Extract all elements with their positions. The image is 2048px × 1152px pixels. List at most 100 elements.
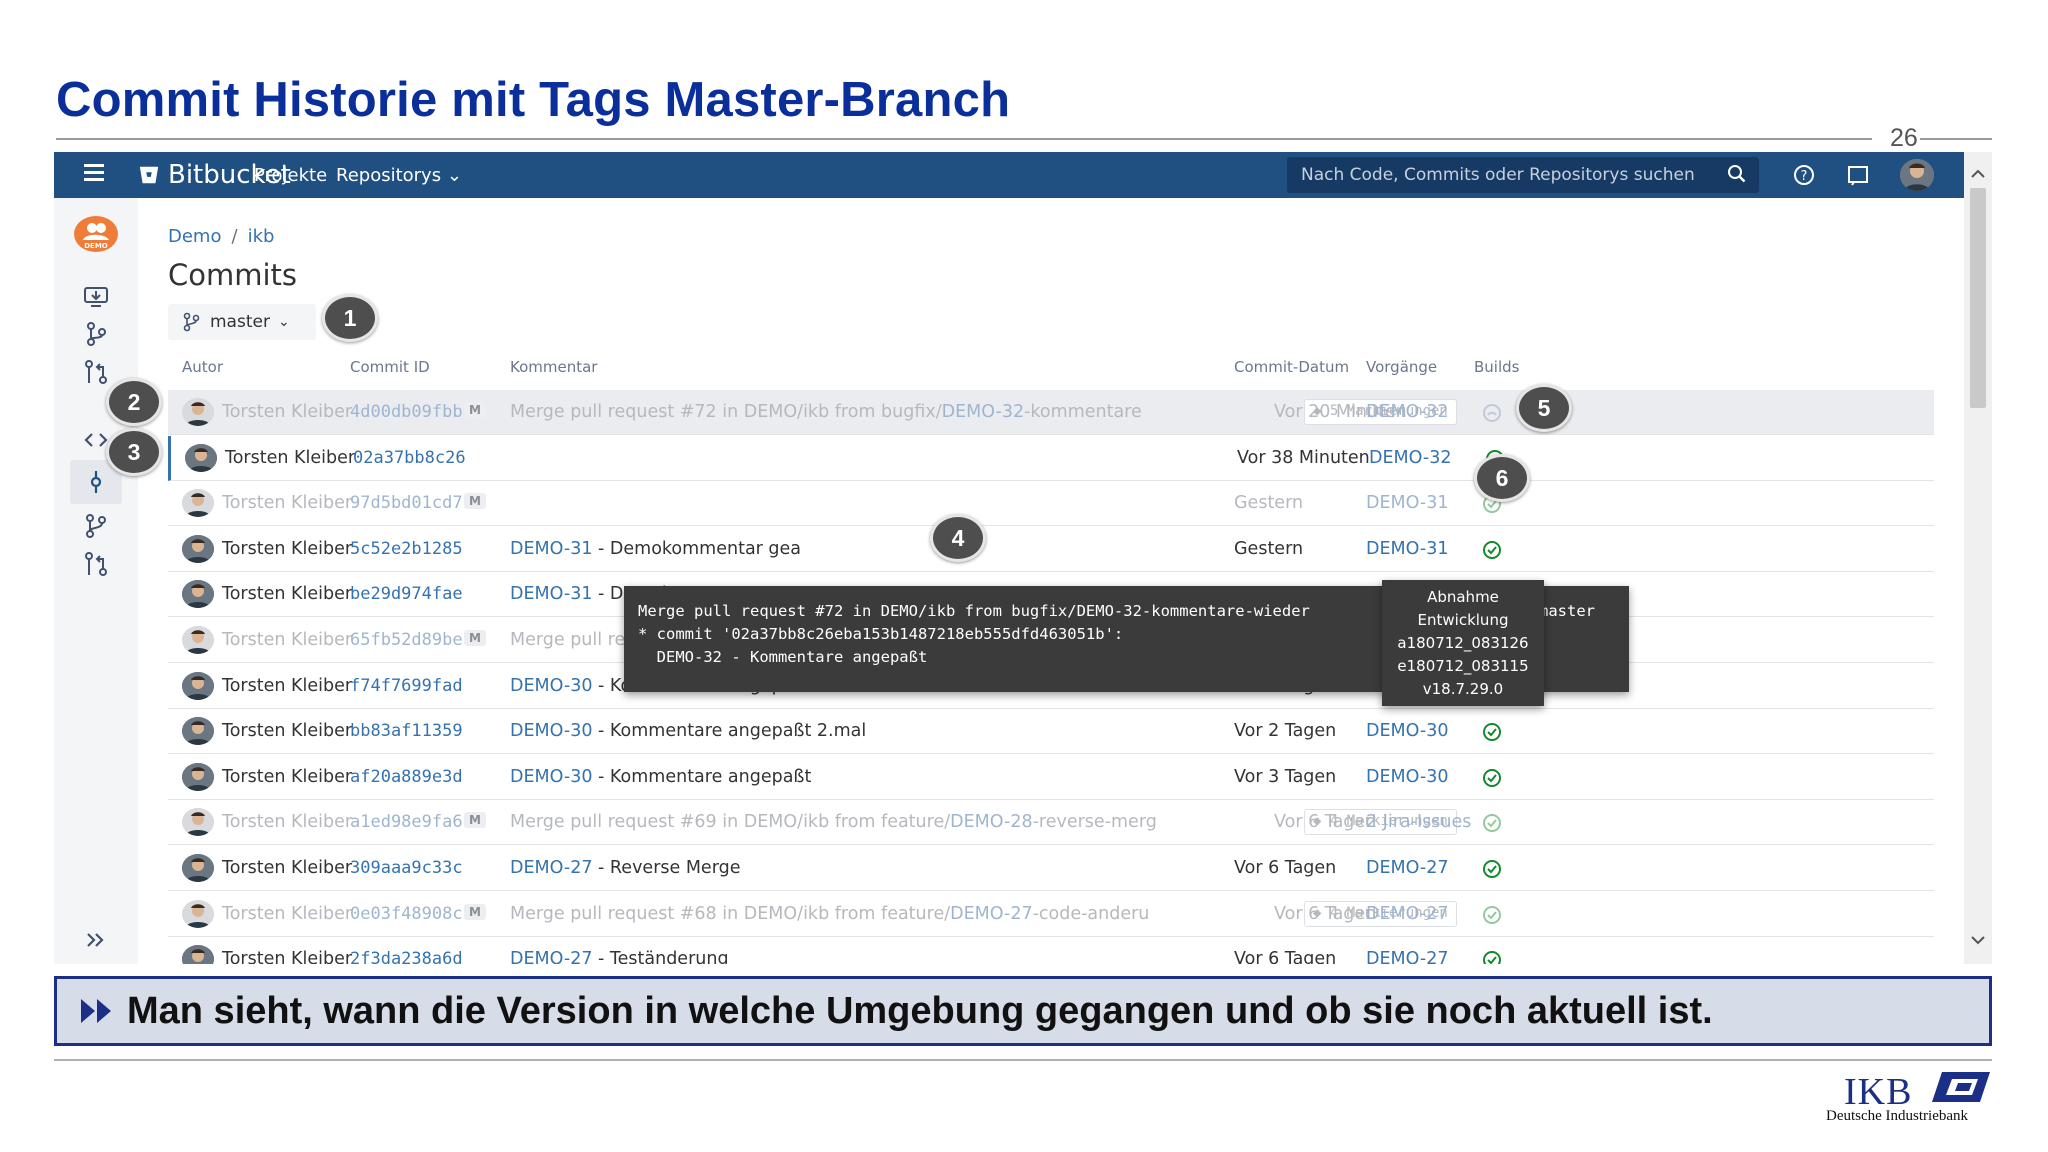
commit-message[interactable]: Merge pull request #69 in DEMO/ikb from …	[510, 812, 1157, 832]
commit-id-link[interactable]: be29d974fae	[350, 584, 463, 604]
author-avatar	[182, 717, 214, 746]
commit-row[interactable]: Torsten Kleiber 2f3da238a6d DEMO-27 - Test…	[168, 937, 1934, 964]
jira-issue-link[interactable]: DEMO-32	[1366, 402, 1448, 422]
author-avatar	[182, 534, 214, 563]
build-success-icon[interactable]	[1482, 905, 1502, 925]
author-name: Torsten Kleiber	[222, 858, 353, 878]
page-number: 26	[1890, 124, 1918, 152]
jira-issue-link[interactable]: DEMO-31	[1366, 539, 1448, 559]
commit-id-link[interactable]: 0e03f48908c	[350, 904, 463, 924]
commit-row[interactable]: Torsten Kleiber 5c52e2b1285 DEMO-31 - Demo…	[168, 527, 1934, 572]
build-success-icon[interactable]	[1482, 950, 1502, 964]
notifications-icon[interactable]	[1846, 163, 1870, 187]
issue-key-link[interactable]: DEMO-28	[950, 812, 1032, 832]
pull-requests-icon[interactable]	[82, 550, 110, 578]
jira-issue-link[interactable]: 2 Jira-Issues	[1366, 812, 1471, 832]
commit-row[interactable]: Torsten Kleiber bb83af11359 DEMO-30 - Komm…	[168, 709, 1934, 755]
issue-key-link[interactable]: DEMO-30	[510, 721, 592, 741]
scroll-thumb[interactable]	[1970, 188, 1986, 408]
commit-id-link[interactable]: bb83af11359	[350, 721, 463, 741]
jira-issue-link[interactable]: DEMO-30	[1366, 721, 1448, 741]
commit-row[interactable]: Torsten Kleiber af20a889e3d DEMO-30 - Komm…	[168, 755, 1934, 800]
build-pending-icon[interactable]	[1482, 403, 1502, 423]
commit-id-link[interactable]: f74f7699fad	[350, 676, 463, 696]
issue-key-link[interactable]: DEMO-31	[510, 584, 592, 604]
tooltip-branch-tail: master	[1539, 602, 1595, 620]
help-icon[interactable]: ?	[1792, 163, 1816, 187]
commit-id-link[interactable]: 5c52e2b1285	[350, 539, 463, 559]
message-suffix: - Kommentare angepaßt	[592, 766, 812, 787]
branch-selector[interactable]: master ⌄	[168, 304, 316, 340]
commit-message[interactable]: DEMO-30 - Kommentare angepaßt 2.mal	[510, 721, 866, 741]
breadcrumb: Demo / ikb	[168, 226, 274, 247]
commit-message[interactable]: DEMO-27 - Reverse Merge	[510, 858, 740, 878]
scroll-down-icon[interactable]	[1970, 934, 1986, 946]
build-success-icon[interactable]	[1482, 813, 1502, 833]
commit-row[interactable]: Torsten Kleiber 97d5bd01cd7 M Gestern DEMO-3…	[168, 481, 1934, 527]
commit-id-link[interactable]: 4d00db09fbb	[350, 402, 463, 422]
commit-id-link[interactable]: af20a889e3d	[350, 767, 463, 787]
commit-row[interactable]: Torsten Kleiber a1ed98e9fa6 M Merge pull re…	[168, 800, 1934, 846]
branches-icon[interactable]	[82, 512, 110, 540]
breadcrumb-repo[interactable]: ikb	[248, 226, 275, 247]
issue-key-link[interactable]: DEMO-27	[510, 858, 592, 878]
issue-key-link[interactable]: DEMO-30	[510, 767, 592, 787]
issue-key-link[interactable]: DEMO-27	[510, 949, 592, 964]
commit-row[interactable]: Torsten Kleiber 309aaa9c33c DEMO-27 - Reve…	[168, 846, 1934, 891]
commit-id-link[interactable]: 02a37bb8c26	[353, 448, 466, 468]
jira-issue-link[interactable]: DEMO-27	[1366, 858, 1448, 878]
issue-key-link[interactable]: DEMO-30	[510, 676, 592, 696]
banner-text: Man sieht, wann die Version in welche Um…	[127, 989, 1713, 1032]
callout-4: 4	[930, 514, 986, 562]
project-avatar[interactable]: DEMO	[74, 216, 118, 252]
page-scrollbar[interactable]	[1964, 152, 1992, 964]
chevron-down-icon: ⌄	[277, 314, 290, 330]
commit-message[interactable]: Merge pull request #72 in DEMO/ikb from …	[510, 402, 1142, 422]
commit-date: Vor 38 Minuten	[1237, 447, 1370, 468]
message-prefix: Merge pull request #68 in DEMO/ikb from …	[510, 903, 951, 924]
commit-row[interactable]: Torsten Kleiber 4d00db09fbb M Merge pull re…	[168, 390, 1934, 435]
build-success-icon[interactable]	[1482, 859, 1502, 879]
commit-row[interactable]: Torsten Kleiber 0e03f48908c M Merge pull re…	[168, 892, 1934, 937]
nav-projekte[interactable]: Projekte	[254, 165, 327, 186]
commit-id-link[interactable]: a1ed98e9fa6	[350, 812, 463, 832]
build-success-icon[interactable]	[1482, 768, 1502, 788]
clone-icon[interactable]	[82, 282, 110, 310]
commit-id-link[interactable]: 65fb52d89be	[350, 630, 463, 650]
expand-sidebar-icon[interactable]	[82, 926, 110, 954]
commit-message[interactable]: DEMO-27 - Teständerung	[510, 949, 729, 964]
scroll-up-icon[interactable]	[1970, 168, 1986, 180]
commit-id-link[interactable]: 2f3da238a6d	[350, 949, 463, 964]
jira-issue-link[interactable]: DEMO-27	[1366, 904, 1448, 924]
merge-badge: M	[464, 493, 486, 510]
commit-row[interactable]: Torsten Kleiber 02a37bb8c26 Vor 38 Minuten…	[168, 435, 1934, 481]
commit-message[interactable]: DEMO-30 - Kommentare angepaßt	[510, 767, 811, 787]
menu-icon[interactable]	[84, 164, 104, 186]
commits-icon[interactable]	[82, 468, 110, 496]
jira-issue-link[interactable]: DEMO-31	[1366, 493, 1448, 513]
issue-key-link[interactable]: DEMO-27	[950, 904, 1032, 924]
build-success-icon[interactable]	[1482, 722, 1502, 742]
commit-id-link[interactable]: 309aaa9c33c	[350, 858, 463, 878]
nav-repositorys[interactable]: Repositorys ⌄	[336, 165, 462, 186]
author-avatar	[182, 398, 214, 426]
jira-issue-link[interactable]: DEMO-27	[1366, 949, 1448, 964]
tag-item: e180712_083115	[1397, 657, 1529, 675]
author-avatar	[182, 854, 214, 882]
pull-request-create-icon[interactable]	[82, 358, 110, 386]
commit-id-link[interactable]: 97d5bd01cd7	[350, 493, 463, 513]
search-input[interactable]: Nach Code, Commits oder Repositorys such…	[1287, 157, 1759, 193]
commit-message[interactable]: Merge pull request #68 in DEMO/ikb from …	[510, 904, 1149, 924]
commit-message[interactable]: DEMO-31 - Demokommentar gea	[510, 539, 801, 559]
breadcrumb-project[interactable]: Demo	[168, 226, 221, 247]
jira-issue-link[interactable]: DEMO-32	[1369, 448, 1451, 468]
col-autor: Autor	[182, 358, 223, 376]
build-success-icon[interactable]	[1482, 540, 1502, 560]
create-branch-icon[interactable]	[82, 320, 110, 348]
issue-key-link[interactable]: DEMO-32	[942, 402, 1024, 422]
issue-key-link[interactable]: DEMO-31	[510, 539, 592, 559]
col-commit-datum: Commit-Datum	[1234, 358, 1350, 376]
jira-issue-link[interactable]: DEMO-30	[1366, 767, 1448, 787]
user-avatar[interactable]	[1900, 159, 1934, 191]
col-commit-id: Commit ID	[350, 358, 430, 376]
